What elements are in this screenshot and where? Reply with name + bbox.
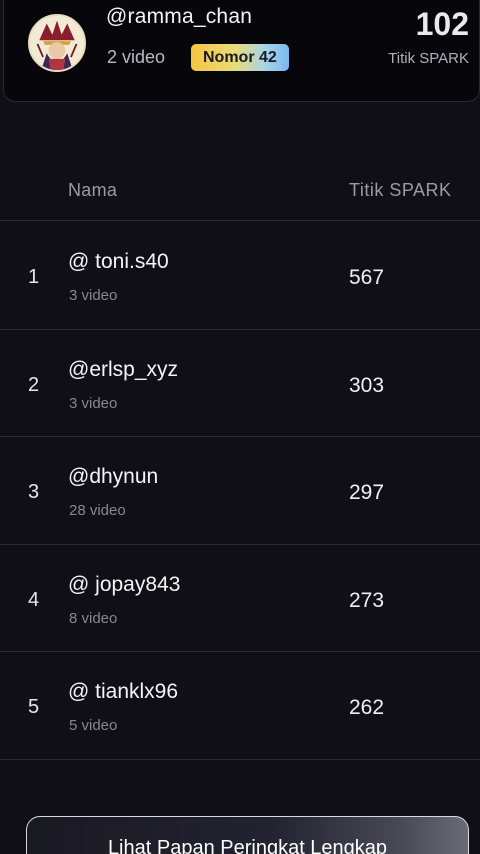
column-header-score: Titik SPARK	[349, 180, 452, 200]
leaderboard-row[interactable]: 1 @ toni.s40 3 video 567	[0, 222, 480, 330]
current-user-score: 102	[415, 6, 469, 42]
view-full-leaderboard-button[interactable]: Lihat Papan Peringkat Lengkap	[26, 816, 469, 854]
column-header-name: Nama	[68, 180, 118, 200]
leaderboard-row[interactable]: 5 @ tianklx96 5 video 262	[0, 652, 480, 760]
row-username[interactable]: @ tianklx96	[68, 680, 178, 704]
row-video-count: 3 video	[69, 287, 118, 304]
row-rank: 4	[28, 588, 40, 611]
row-rank: 3	[28, 481, 40, 503]
row-rank: 1	[28, 266, 40, 288]
user-avatar[interactable]	[28, 14, 86, 72]
current-username: @ramma_chan	[106, 5, 253, 28]
row-username[interactable]: @ toni.s40	[68, 250, 169, 274]
leaderboard-row[interactable]: 2 @erlsp_xyz 3 video 303	[0, 330, 480, 437]
row-score: 567	[349, 266, 385, 289]
row-video-count: 3 video	[69, 394, 118, 412]
leaderboard-screen: @ramma_chan 2 video Nomor 42 102 Titik S…	[0, 0, 480, 854]
row-score: 303	[349, 373, 385, 397]
leaderboard-table-header: Nama Titik SPARK	[0, 165, 480, 221]
row-video-count: 5 video	[69, 717, 118, 734]
leaderboard-row[interactable]: 3 @dhynun 28 video 297	[0, 437, 480, 545]
row-video-count: 28 video	[69, 502, 126, 519]
leaderboard-row[interactable]: 4 @ jopay843 8 video 273	[0, 545, 480, 652]
current-user-video-count: 2 video	[107, 47, 166, 67]
row-score: 297	[349, 481, 385, 504]
row-username[interactable]: @erlsp_xyz	[68, 358, 178, 382]
row-rank: 5	[28, 696, 40, 718]
row-score: 273	[349, 588, 385, 612]
current-user-score-label: Titik SPARK	[388, 50, 469, 67]
rank-badge: Nomor 42	[191, 44, 289, 71]
row-username[interactable]: @ jopay843	[68, 573, 180, 597]
leaderboard-list: 1 @ toni.s40 3 video 567 2 @erlsp_xyz 3 …	[0, 222, 480, 760]
row-username[interactable]: @dhynun	[68, 465, 158, 489]
row-score: 262	[349, 696, 385, 719]
current-user-card[interactable]: @ramma_chan 2 video Nomor 42 102 Titik S…	[3, 0, 480, 102]
row-rank: 2	[28, 373, 40, 396]
avatar-illustration-icon	[30, 16, 84, 70]
row-video-count: 8 video	[69, 609, 118, 627]
